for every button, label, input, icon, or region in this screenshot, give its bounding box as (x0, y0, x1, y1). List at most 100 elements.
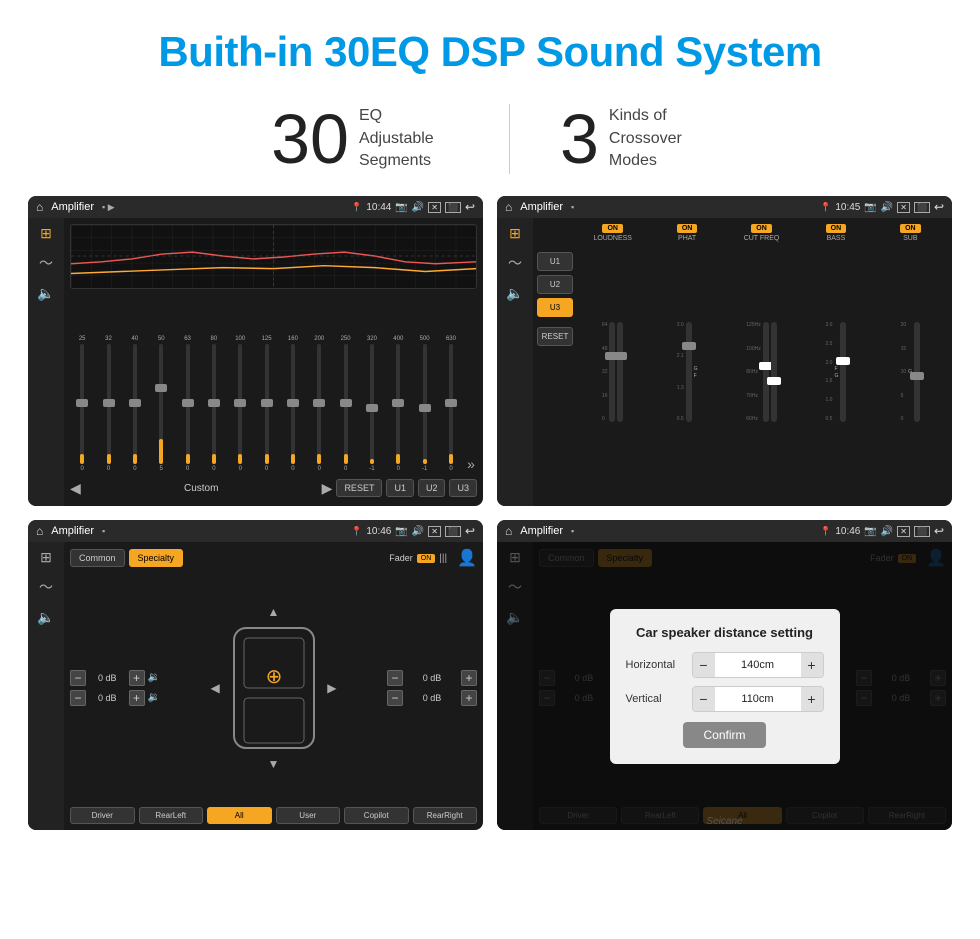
screens-grid: ⌂ Amplifier ▪ ▶ 📍 10:44 📷 🔊 ✕ ⬛ ↩ ⊞ 〜 🔈 (0, 196, 980, 850)
horizontal-plus-btn[interactable]: + (801, 653, 823, 677)
speaker-left-panel: − 0 dB + 🔉 − 0 dB + 🔉 (70, 670, 160, 706)
u1-btn-2[interactable]: U1 (537, 252, 573, 271)
u2-btn-2[interactable]: U2 (537, 275, 573, 294)
fader-sliders-icon: ||| (439, 553, 447, 564)
sidebar-2: ⊞ 〜 🔈 (497, 218, 533, 506)
stat-eq-number: 30 (271, 104, 349, 174)
back-icon-3[interactable]: ↩ (465, 524, 475, 538)
camera-icon-2: 📷 (864, 202, 876, 213)
fader-on-badge[interactable]: ON (417, 554, 436, 563)
db-minus-rr[interactable]: − (387, 690, 403, 706)
u3-button-1[interactable]: U3 (449, 479, 477, 497)
arrow-right[interactable]: ▶ (327, 681, 336, 695)
speaker-icon-1[interactable]: 🔈 (37, 286, 54, 300)
u3-btn-2[interactable]: U3 (537, 298, 573, 317)
location-icon-3: 📍 (351, 526, 362, 537)
reset-button-1[interactable]: RESET (336, 479, 382, 497)
db-minus-rl[interactable]: − (70, 690, 86, 706)
record-icon-4: ▪ (571, 526, 574, 536)
time-2: 10:45 (835, 202, 860, 213)
arrow-down[interactable]: ▼ (268, 757, 280, 771)
screen2-title: Amplifier (520, 201, 563, 213)
rearright-btn[interactable]: RearRight (413, 807, 478, 824)
eq-icon-1[interactable]: ⊞ (40, 226, 52, 240)
eq-icon-3[interactable]: ⊞ (40, 550, 52, 564)
speaker-fl-icon: 🔉 (148, 672, 160, 683)
horizontal-minus-btn[interactable]: − (693, 653, 715, 677)
confirm-button[interactable]: Confirm (683, 722, 765, 748)
db-plus-rl[interactable]: + (129, 690, 145, 706)
location-icon-1: 📍 (351, 202, 362, 213)
eq-prev-button[interactable]: ◀ (70, 480, 81, 497)
wave-icon-3[interactable]: 〜 (39, 580, 53, 594)
common-mode-btn[interactable]: Common (70, 549, 125, 567)
screen2-body: ⊞ 〜 🔈 U1 U2 U3 RESET ON LOUDNESS (497, 218, 952, 506)
db-plus-fl[interactable]: + (129, 670, 145, 686)
eq-next-button[interactable]: ▶ (322, 480, 333, 497)
dialog-horizontal-row: Horizontal − 140cm + (626, 652, 824, 678)
dialog-title: Car speaker distance setting (626, 625, 824, 640)
db-plus-rr[interactable]: + (461, 690, 477, 706)
arrow-left[interactable]: ◀ (211, 681, 220, 695)
u1-button-1[interactable]: U1 (386, 479, 414, 497)
home-icon-2[interactable]: ⌂ (505, 200, 512, 214)
all-btn[interactable]: All (207, 807, 272, 824)
reset-btn-2[interactable]: RESET (537, 327, 573, 346)
u2-button-1[interactable]: U2 (418, 479, 446, 497)
screen-crossover: ⌂ Amplifier ▪ 📍 10:45 📷 🔊 ✕ ⬛ ↩ ⊞ 〜 🔈 (497, 196, 952, 506)
wave-icon-1[interactable]: 〜 (39, 256, 53, 270)
home-icon-4[interactable]: ⌂ (505, 524, 512, 538)
rearleft-btn[interactable]: RearLeft (139, 807, 204, 824)
driver-btn[interactable]: Driver (70, 807, 135, 824)
record-icon-1: ▪ ▶ (102, 202, 115, 213)
specialty-mode-btn[interactable]: Specialty (129, 549, 184, 567)
home-icon-3[interactable]: ⌂ (36, 524, 43, 538)
sidebar-1: ⊞ 〜 🔈 (28, 218, 64, 506)
fader-area: Fader ON ||| (389, 553, 447, 564)
db-minus-fl[interactable]: − (70, 670, 86, 686)
copilot-btn[interactable]: Copilot (344, 807, 409, 824)
eq-sliders: 25 0 32 0 40 0 50 (70, 293, 477, 472)
specialty-content: Common Specialty Fader ON ||| 👤 − 0 dB (64, 542, 483, 830)
db-plus-fr[interactable]: + (461, 670, 477, 686)
db-value-rl: 0 dB (89, 693, 126, 703)
vertical-minus-btn[interactable]: − (693, 687, 715, 711)
close-icon-3: ✕ (428, 526, 441, 537)
camera-icon-4: 📷 (864, 526, 876, 537)
home-icon-1[interactable]: ⌂ (36, 200, 43, 214)
status-icons-1: 📷 🔊 ✕ ⬛ ↩ (395, 200, 475, 214)
user-btn[interactable]: User (276, 807, 341, 824)
wave-icon-2[interactable]: 〜 (508, 256, 522, 270)
screen-icon-4: ⬛ (914, 526, 930, 537)
eq-graph (70, 224, 477, 289)
sidebar-3: ⊞ 〜 🔈 (28, 542, 64, 830)
screen1-title: Amplifier (51, 201, 94, 213)
svg-text:⊕: ⊕ (265, 666, 282, 688)
eq-icon-2[interactable]: ⊞ (509, 226, 521, 240)
stat-eq: 30 EQ Adjustable Segments (221, 104, 509, 174)
time-3: 10:46 (366, 526, 391, 537)
vertical-plus-btn[interactable]: + (801, 687, 823, 711)
stats-row: 30 EQ Adjustable Segments 3 Kinds of Cro… (0, 94, 980, 196)
back-icon-2[interactable]: ↩ (934, 200, 944, 214)
arrow-up[interactable]: ▲ (268, 605, 280, 619)
col-bass: ON BASS 3.02.52.01.51.00.5 F G (800, 224, 871, 500)
speaker-icon-3[interactable]: 🔈 (37, 610, 54, 624)
eq-mode-label: Custom (85, 483, 318, 494)
vertical-value: 110cm (715, 693, 801, 705)
distance-dialog: Car speaker distance setting Horizontal … (610, 609, 840, 764)
eq-next-arrow[interactable]: » (465, 456, 477, 472)
col-sub: ON SUB 20151050 G (875, 224, 946, 500)
back-icon-1[interactable]: ↩ (465, 200, 475, 214)
dialog-vertical-row: Vertical − 110cm + (626, 686, 824, 712)
time-1: 10:44 (366, 202, 391, 213)
db-minus-fr[interactable]: − (387, 670, 403, 686)
back-icon-4[interactable]: ↩ (934, 524, 944, 538)
speaker-grid: − 0 dB + 🔉 − 0 dB + 🔉 (70, 572, 477, 803)
stat-eq-label: EQ Adjustable Segments (359, 105, 459, 172)
status-icons-2: 📷 🔊 ✕ ⬛ ↩ (864, 200, 944, 214)
speaker-icon-2[interactable]: 🔈 (506, 286, 523, 300)
eq-col-9: 200 0 (307, 336, 331, 472)
status-bar-2: ⌂ Amplifier ▪ 📍 10:45 📷 🔊 ✕ ⬛ ↩ (497, 196, 952, 218)
eq-bottom-bar: ◀ Custom ▶ RESET U1 U2 U3 (70, 476, 477, 500)
